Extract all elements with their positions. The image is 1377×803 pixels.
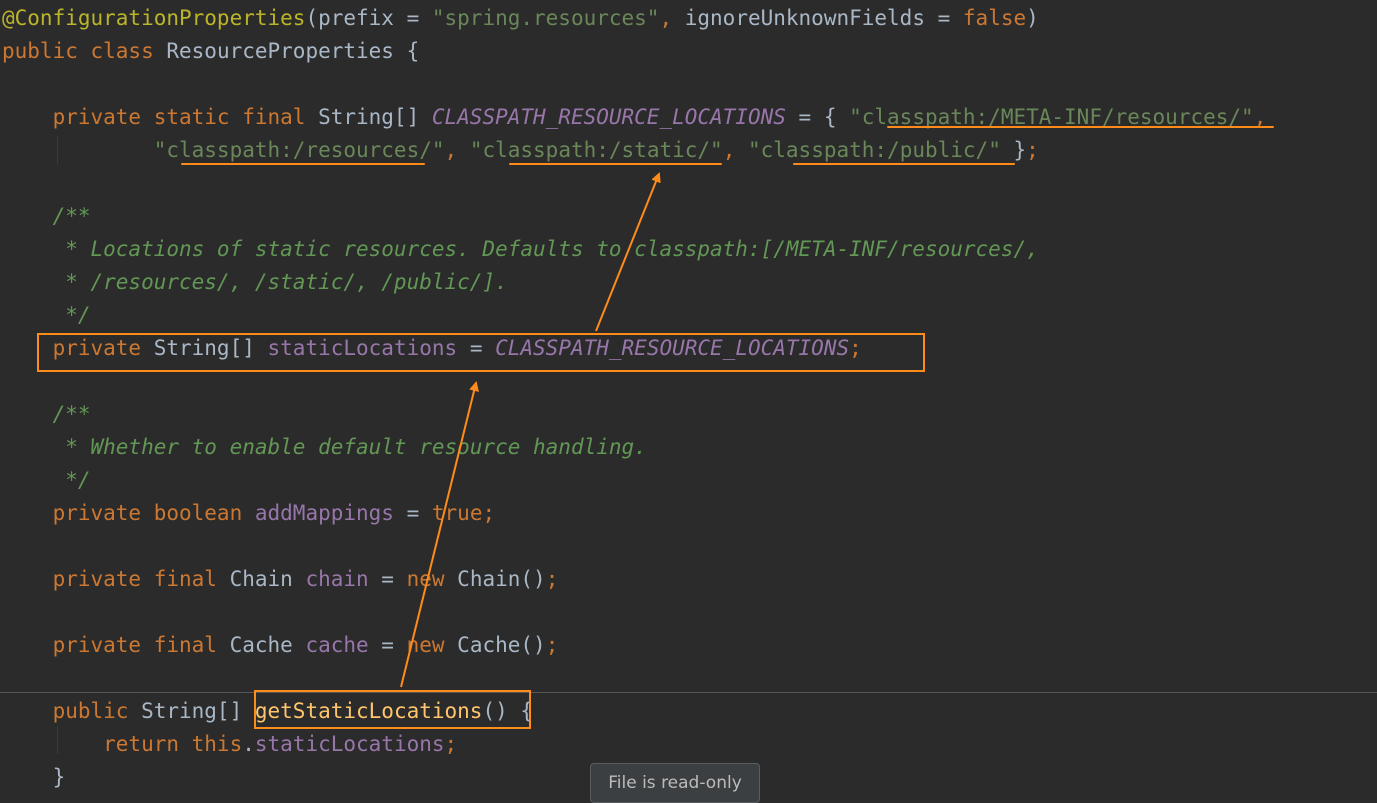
code-token: "classpath:/static/" — [469, 138, 723, 162]
code-line[interactable]: private final Chain chain = new Chain(); — [2, 563, 559, 596]
code-token: */ — [2, 468, 91, 492]
code-token: = — [368, 567, 407, 591]
code-token: ; — [1026, 138, 1039, 162]
code-token: , — [444, 138, 470, 162]
highlight-box-get-static-locations — [254, 690, 531, 729]
code-token: Chain() — [457, 567, 546, 591]
code-token: "classpath:/public/" — [747, 138, 1001, 162]
code-token: Cache() — [457, 633, 546, 657]
code-line[interactable]: */ — [2, 464, 91, 497]
code-token: * /resources/, /static/, /public/]. — [2, 270, 508, 294]
code-token: String[] — [141, 699, 255, 723]
code-token: , — [722, 138, 748, 162]
code-token: ; — [545, 633, 559, 657]
underline-static — [509, 163, 722, 165]
code-token: addMappings — [254, 501, 394, 525]
code-token: private final — [2, 567, 230, 591]
code-token: = — [393, 501, 432, 525]
code-line[interactable]: } — [2, 761, 66, 794]
code-line[interactable]: return this.staticLocations; — [2, 728, 457, 761]
code-token: new — [406, 633, 458, 657]
code-line[interactable]: */ — [2, 299, 91, 332]
code-token: "spring.resources" — [431, 6, 660, 30]
code-line[interactable]: private static final String[] CLASSPATH_… — [2, 101, 1267, 134]
code-token: ; — [444, 732, 458, 756]
code-token: (prefix = — [305, 6, 432, 30]
code-line[interactable]: /** — [2, 200, 91, 233]
code-token: new — [406, 567, 458, 591]
code-token: * Whether to enable default resource han… — [2, 435, 647, 459]
code-line[interactable]: @ConfigurationProperties(prefix = "sprin… — [2, 2, 1039, 35]
underline-meta-inf-resources — [887, 126, 1274, 128]
method-separator — [0, 692, 1377, 693]
code-token: private boolean — [2, 501, 255, 525]
code-token: } — [1000, 138, 1027, 162]
code-token: , — [659, 6, 685, 30]
code-line[interactable]: /** — [2, 398, 91, 431]
code-line[interactable]: private final Cache cache = new Cache(); — [2, 629, 559, 662]
code-token: Chain — [229, 567, 306, 591]
code-token: return this — [2, 732, 243, 756]
code-token: ignoreUnknownFields = — [684, 6, 963, 30]
code-token: Cache — [229, 633, 306, 657]
code-editor[interactable]: @ConfigurationProperties(prefix = "sprin… — [0, 0, 1377, 792]
code-token: = — [368, 633, 407, 657]
code-token: public — [2, 699, 142, 723]
code-line[interactable]: * /resources/, /static/, /public/]. — [2, 266, 508, 299]
code-token: /** — [2, 402, 91, 426]
code-token: * Locations of static resources. Default… — [2, 237, 1039, 261]
code-token: ; — [545, 567, 559, 591]
code-line[interactable]: * Locations of static resources. Default… — [2, 233, 1039, 266]
code-token: ResourceProperties { — [166, 39, 420, 63]
code-line[interactable]: private boolean addMappings = true; — [2, 497, 496, 530]
code-token: private static final — [2, 105, 319, 129]
code-token: } — [2, 765, 66, 789]
code-token: = { — [785, 105, 850, 129]
underline-public — [793, 163, 1015, 165]
code-line[interactable]: public class ResourceProperties { — [2, 35, 419, 68]
code-token: /** — [2, 204, 91, 228]
code-token: private final — [2, 633, 230, 657]
code-token: @ConfigurationProperties — [2, 6, 306, 30]
code-token: "classpath:/resources/" — [153, 138, 445, 162]
highlight-box-static-locations — [37, 333, 925, 372]
code-token: staticLocations — [254, 732, 445, 756]
code-token: ) — [1026, 6, 1039, 30]
underline-resources — [181, 163, 425, 165]
code-token: false — [962, 6, 1027, 30]
code-token: cache — [305, 633, 369, 657]
code-token: chain — [305, 567, 369, 591]
code-line[interactable]: * Whether to enable default resource han… — [2, 431, 647, 464]
code-token: CLASSPATH_RESOURCE_LOCATIONS — [431, 105, 786, 129]
code-token: public class — [2, 39, 167, 63]
code-token: */ — [2, 303, 91, 327]
code-token: true; — [431, 501, 496, 525]
code-token: String[] — [318, 105, 432, 129]
code-token: . — [242, 732, 255, 756]
read-only-tooltip: File is read-only — [590, 763, 760, 803]
